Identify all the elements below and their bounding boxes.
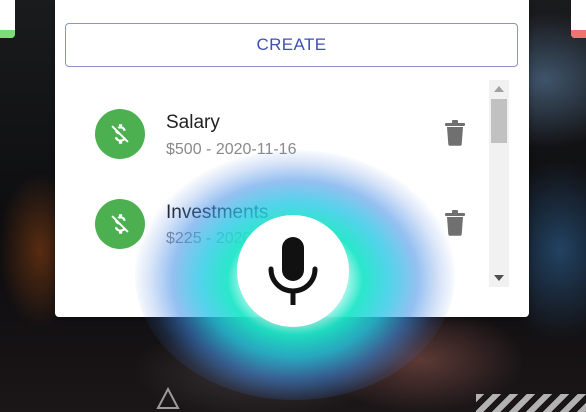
triangle-outline-icon bbox=[156, 386, 180, 409]
dollar-off-icon bbox=[111, 124, 129, 144]
expense-indicator-tab bbox=[571, 0, 586, 38]
dollar-off-icon bbox=[111, 214, 129, 234]
scroll-thumb[interactable] bbox=[491, 99, 507, 143]
income-indicator-tab bbox=[0, 0, 15, 38]
income-avatar bbox=[95, 199, 145, 249]
scroll-up-arrow[interactable] bbox=[489, 80, 509, 98]
voice-assistant-button[interactable] bbox=[237, 215, 349, 327]
create-button[interactable]: CREATE bbox=[65, 23, 518, 67]
background-stripes bbox=[476, 394, 586, 412]
scroll-down-arrow[interactable] bbox=[489, 269, 509, 287]
item-subtitle: $500 - 2020-11-16 bbox=[166, 141, 297, 158]
list-scrollbar[interactable] bbox=[489, 80, 509, 287]
delete-button[interactable] bbox=[444, 120, 466, 146]
microphone-icon bbox=[268, 237, 318, 305]
list-item: Salary $500 - 2020-11-16 bbox=[55, 80, 489, 160]
trash-icon bbox=[445, 120, 465, 146]
item-title: Investments bbox=[166, 202, 269, 223]
delete-button[interactable] bbox=[444, 210, 466, 236]
item-title: Salary bbox=[166, 112, 220, 133]
caret-down-icon bbox=[494, 275, 504, 281]
trash-icon bbox=[445, 210, 465, 236]
income-avatar bbox=[95, 109, 145, 159]
caret-up-icon bbox=[494, 86, 504, 92]
